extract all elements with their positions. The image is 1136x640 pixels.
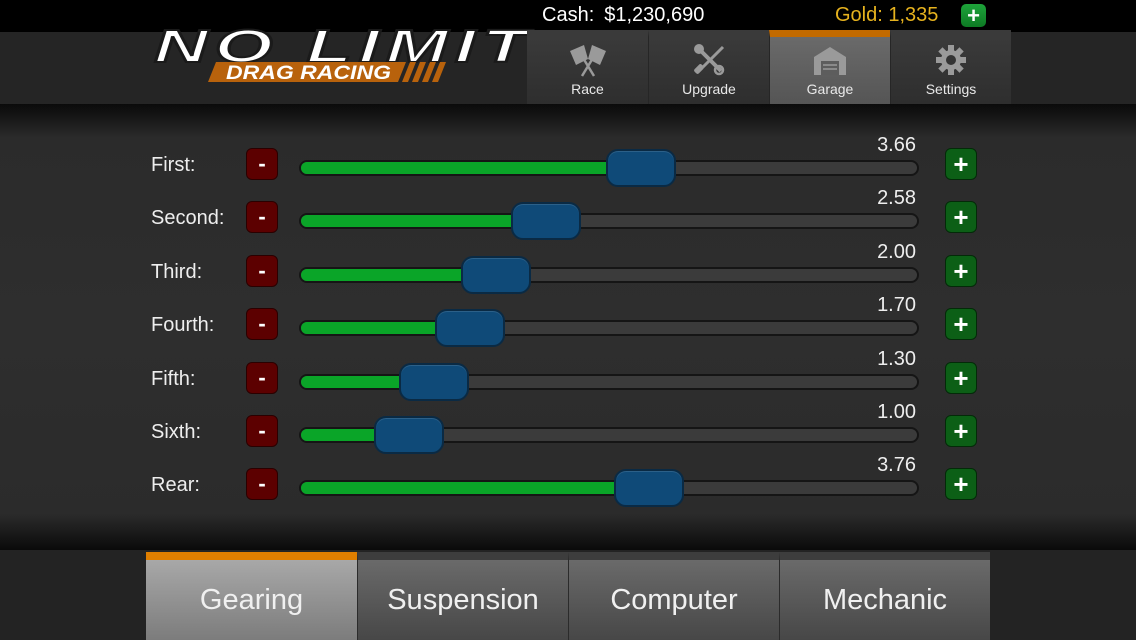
plus-icon: + xyxy=(953,469,969,499)
gear-slider-knob[interactable] xyxy=(373,416,444,454)
minus-icon: - xyxy=(258,365,266,390)
add-gold-button[interactable]: + xyxy=(961,4,986,27)
tab-mechanic[interactable]: Mechanic xyxy=(779,552,990,640)
gold-display: Gold: 1,335 xyxy=(835,4,939,26)
tab-computer[interactable]: Computer xyxy=(568,552,779,640)
minus-icon: - xyxy=(258,418,266,443)
logo-subtitle: DRAG RACING xyxy=(226,63,391,84)
gear-label: Sixth: xyxy=(151,421,202,443)
decrease-third-button[interactable]: - xyxy=(246,255,278,287)
minus-icon: - xyxy=(258,204,266,229)
gear-slider-knob[interactable] xyxy=(460,256,531,294)
increase-sixth-button[interactable]: + xyxy=(945,415,977,447)
plus-icon: + xyxy=(953,309,969,339)
bottom-bar: Gearing Suspension Computer Mechanic xyxy=(0,550,1136,640)
gear-value: 3.66 xyxy=(877,134,916,156)
increase-first-button[interactable]: + xyxy=(945,148,977,180)
gear-label: Rear: xyxy=(151,474,200,496)
gear-slider-track[interactable] xyxy=(299,256,919,294)
gear-label: Fourth: xyxy=(151,314,215,336)
checkered-flags-icon xyxy=(569,45,606,77)
gear-row-rear: Rear: - 3.76 + xyxy=(0,454,1136,508)
decrease-fourth-button[interactable]: - xyxy=(246,308,278,340)
plus-icon: + xyxy=(953,149,969,179)
gear-slider-track[interactable] xyxy=(299,309,919,347)
gear-label: Third: xyxy=(151,261,203,283)
wrench-screwdriver-icon xyxy=(694,44,725,76)
gear-slider-fill xyxy=(301,215,547,227)
gear-row-sixth: Sixth: - 1.00 + xyxy=(0,401,1136,455)
decrease-second-button[interactable]: - xyxy=(246,201,278,233)
increase-second-button[interactable]: + xyxy=(945,201,977,233)
gear-slider-knob[interactable] xyxy=(605,149,676,187)
tuning-tabs: Gearing Suspension Computer Mechanic xyxy=(146,552,990,640)
gear-value: 3.76 xyxy=(877,454,916,476)
gear-slider-track[interactable] xyxy=(299,202,919,240)
nav-settings-label: Settings xyxy=(925,81,977,97)
game-logo: NO LIMIT DRAG RACING xyxy=(153,22,531,84)
gear-slider-track[interactable] xyxy=(299,469,919,507)
gear-slider-knob[interactable] xyxy=(613,469,684,507)
gear-value: 2.58 xyxy=(877,187,916,209)
minus-icon: - xyxy=(258,311,266,336)
nav-upgrade-label: Upgrade xyxy=(682,81,736,97)
decrease-rear-button[interactable]: - xyxy=(246,468,278,500)
tab-suspension[interactable]: Suspension xyxy=(357,552,568,640)
nav-race[interactable]: Race xyxy=(527,30,648,104)
cash-label: Cash: xyxy=(542,4,595,26)
decrease-first-button[interactable]: - xyxy=(246,148,278,180)
gear-value: 1.30 xyxy=(877,348,916,370)
gear-value: 1.00 xyxy=(877,401,916,423)
nav-garage[interactable]: Garage xyxy=(769,30,890,104)
nav-upgrade[interactable]: Upgrade xyxy=(648,30,769,104)
gear-slider-fill xyxy=(301,482,649,494)
gearing-panel: First: - 3.66 + Second: - 2.58 + Third: … xyxy=(0,104,1136,550)
gear-value: 1.70 xyxy=(877,294,916,316)
gear-row-second: Second: - 2.58 + xyxy=(0,187,1136,241)
gear-slider-fill xyxy=(301,162,641,174)
nav-garage-label: Garage xyxy=(806,81,854,97)
gear-row-fourth: Fourth: - 1.70 + xyxy=(0,294,1136,348)
plus-icon: + xyxy=(953,256,969,286)
nav-race-label: Race xyxy=(571,81,604,97)
nav-settings[interactable]: Settings xyxy=(890,30,1011,104)
increase-third-button[interactable]: + xyxy=(945,255,977,287)
gear-slider-track[interactable] xyxy=(299,363,919,401)
gear-label: Second: xyxy=(151,207,225,229)
gear-slider-knob[interactable] xyxy=(434,309,505,347)
gear-value: 2.00 xyxy=(877,241,916,263)
gear-row-first: First: - 3.66 + xyxy=(0,134,1136,188)
gear-label: Fifth: xyxy=(151,368,196,390)
gear-row-third: Third: - 2.00 + xyxy=(0,241,1136,295)
gear-slider-knob[interactable] xyxy=(511,202,582,240)
gear-icon xyxy=(936,45,966,75)
gear-label: First: xyxy=(151,154,196,176)
gear-row-fifth: Fifth: - 1.30 + xyxy=(0,348,1136,402)
main-nav: Race Upgrade Garage Settings xyxy=(527,30,1011,104)
minus-icon: - xyxy=(258,258,266,283)
cash-value: $1,230,690 xyxy=(604,4,705,26)
garage-icon xyxy=(814,47,846,75)
cash-display: Cash: $1,230,690 xyxy=(542,4,704,27)
tab-gearing[interactable]: Gearing xyxy=(146,552,357,640)
minus-icon: - xyxy=(258,471,266,496)
gear-slider-knob[interactable] xyxy=(399,363,470,401)
decrease-sixth-button[interactable]: - xyxy=(246,415,278,447)
gear-slider-track[interactable] xyxy=(299,416,919,454)
decrease-fifth-button[interactable]: - xyxy=(246,362,278,394)
plus-icon: + xyxy=(953,416,969,446)
plus-icon: + xyxy=(953,202,969,232)
plus-icon: + xyxy=(953,363,969,393)
gear-slider-track[interactable] xyxy=(299,149,919,187)
plus-icon: + xyxy=(967,2,980,28)
increase-fourth-button[interactable]: + xyxy=(945,308,977,340)
increase-rear-button[interactable]: + xyxy=(945,468,977,500)
increase-fifth-button[interactable]: + xyxy=(945,362,977,394)
minus-icon: - xyxy=(258,151,266,176)
